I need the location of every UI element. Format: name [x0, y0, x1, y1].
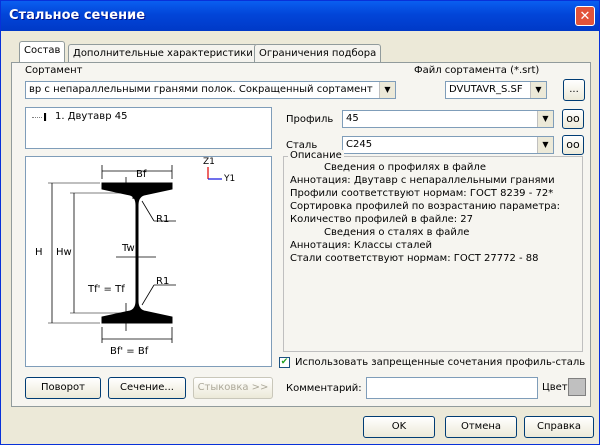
description-group: Описание Сведения о профилях в файле Анн… — [283, 150, 583, 352]
r1-top-label: R1 — [156, 214, 170, 225]
color-label: Цвет: — [542, 382, 572, 393]
z1-axis-label: Z1 — [203, 157, 215, 167]
tw-label: Tw — [122, 243, 135, 254]
window-title: Стальное сечение — [9, 8, 146, 23]
steel-value: C245 — [346, 139, 373, 150]
desc-line: Аннотация: Классы сталей — [290, 240, 433, 251]
tab-limits[interactable]: Ограничения подбора — [254, 44, 382, 62]
profile-value: 45 — [346, 113, 359, 124]
assortment-value: вр с непараллельными гранями полок. Сокр… — [29, 84, 373, 95]
chevron-down-icon[interactable]: ▼ — [537, 137, 553, 153]
h-label: H — [35, 247, 43, 258]
r1-bottom-label: R1 — [156, 276, 170, 287]
hw-label: Hw — [56, 247, 72, 258]
cancel-button[interactable]: Отмена — [445, 416, 517, 438]
glasses-icon[interactable]: oo — [562, 135, 584, 155]
chevron-down-icon[interactable]: ▼ — [379, 82, 395, 98]
tree-connector — [32, 117, 42, 118]
desc-line: Аннотация: Двутавр с непараллельными гра… — [290, 175, 555, 186]
desc-line: Профили соответствуют нормам: ГОСТ 8239 … — [290, 188, 554, 199]
assortment-file-label: Файл сортамента (*.srt) — [414, 65, 540, 76]
glasses-icon[interactable]: oo — [562, 109, 584, 129]
profile-label: Профиль — [286, 114, 334, 125]
description-legend: Описание — [288, 150, 344, 161]
desc-line: Сведения о сталях в файле — [324, 227, 470, 238]
profile-select[interactable]: 45 ▼ — [342, 110, 554, 128]
help-button[interactable]: Справка — [524, 416, 594, 438]
desc-line: Сведения о профилях в файле — [324, 162, 486, 173]
assortment-file-value: DVUTAVR_S.SF — [449, 84, 523, 95]
section-button[interactable]: Сечение... — [108, 377, 186, 399]
section-figure: Bf Tf Tw R1 R1 Tf' = Tf Bf' = Bf H Hw Z1… — [25, 156, 272, 367]
tab-additional[interactable]: Дополнительные характеристики — [68, 44, 258, 62]
tree-item[interactable]: 1. Двутавр 45 — [55, 111, 127, 122]
forbidden-combinations-checkbox[interactable]: ✔ — [279, 357, 290, 368]
chevron-down-icon[interactable]: ▼ — [530, 82, 546, 98]
tf-label: Tf — [130, 191, 140, 202]
chevron-down-icon[interactable]: ▼ — [537, 111, 553, 127]
tab-composition[interactable]: Состав — [19, 41, 66, 63]
desc-line: Сортировка профилей по возрастанию парам… — [290, 201, 560, 212]
rotate-button[interactable]: Поворот — [25, 377, 101, 399]
dialog-window: Стальное сечение ✕ Состав Дополнительные… — [0, 0, 600, 445]
bf-label: Bf — [136, 169, 147, 180]
assortment-file-select[interactable]: DVUTAVR_S.SF ▼ — [445, 81, 547, 99]
i-beam-drawing — [48, 165, 222, 343]
bf2-label: Bf' = Bf — [110, 346, 149, 357]
i-beam-icon: I — [43, 111, 48, 124]
forbidden-combinations-label: Использовать запрещенные сочетания профи… — [295, 357, 586, 368]
close-button[interactable]: ✕ — [575, 6, 595, 26]
browse-button[interactable]: ... — [563, 79, 585, 101]
join-button[interactable]: Стыковка >> — [193, 377, 273, 399]
comment-label: Комментарий: — [286, 383, 362, 394]
comment-input[interactable] — [366, 377, 538, 399]
desc-line: Стали соответствуют нормам: ГОСТ 27772 -… — [290, 253, 539, 264]
title-bar[interactable]: Стальное сечение ✕ — [1, 1, 599, 31]
steel-select[interactable]: C245 ▼ — [342, 136, 554, 154]
assortment-label: Сортамент — [25, 65, 83, 76]
desc-line: Количество профилей в файле: 27 — [290, 214, 474, 225]
assortment-select[interactable]: вр с непараллельными гранями полок. Сокр… — [25, 81, 396, 99]
tf2-label: Tf' = Tf — [88, 284, 125, 295]
profile-tree: I 1. Двутавр 45 — [25, 107, 272, 149]
ok-button[interactable]: OK — [363, 416, 435, 438]
color-swatch[interactable] — [568, 378, 586, 396]
y1-axis-label: Y1 — [224, 174, 236, 184]
